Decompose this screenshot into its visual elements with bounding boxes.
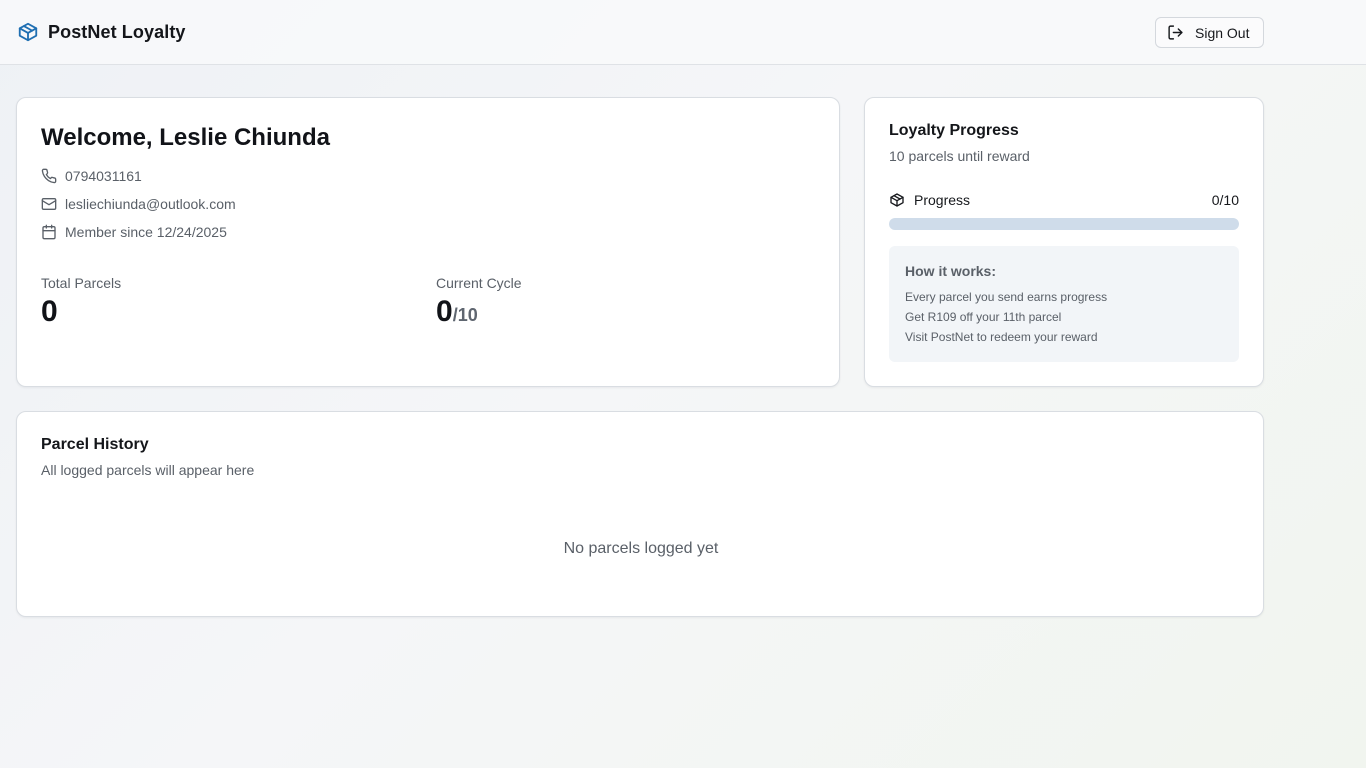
progress-label: Progress xyxy=(914,192,971,208)
progress-bar xyxy=(889,218,1239,230)
how-it-works-box: How it works: Every parcel you send earn… xyxy=(889,246,1239,362)
how-it-works-item: Get R109 off your 11th parcel xyxy=(905,310,1062,324)
top-header: PostNet Loyalty Sign Out xyxy=(0,0,1366,65)
how-it-works-item: Visit PostNet to redeem your reward xyxy=(905,330,1098,344)
log-out-icon xyxy=(1168,25,1183,40)
how-it-works-item: Every parcel you send earns progress xyxy=(905,290,1108,304)
welcome-title: Welcome, Leslie Chiunda xyxy=(41,124,330,151)
loyalty-progress-card: Loyalty Progress 10 parcels until reward… xyxy=(864,97,1264,387)
mail-icon xyxy=(41,198,57,210)
brand[interactable]: PostNet Loyalty xyxy=(17,19,186,45)
calendar-icon xyxy=(42,224,56,240)
total-parcels-label: Total Parcels xyxy=(41,275,122,291)
sign-out-label: Sign Out xyxy=(1195,24,1250,41)
sign-out-button[interactable]: Sign Out xyxy=(1155,17,1264,48)
email-address: lesliechiunda@outlook.com xyxy=(65,196,236,212)
phone-row: 0794031161 xyxy=(41,167,142,185)
phone-icon xyxy=(41,168,57,184)
package-icon xyxy=(890,193,904,207)
empty-history-message: No parcels logged yet xyxy=(563,540,719,557)
loyalty-title: Loyalty Progress xyxy=(889,122,1019,139)
history-subtitle: All logged parcels will appear here xyxy=(41,462,255,478)
parcel-history-card: Parcel History All logged parcels will a… xyxy=(16,411,1264,617)
phone-number: 0794031161 xyxy=(65,168,142,184)
total-parcels-value: 0 xyxy=(41,295,58,329)
welcome-card: Welcome, Leslie Chiunda 0794031161 lesli… xyxy=(16,97,840,387)
package-icon xyxy=(18,22,38,42)
loyalty-subtitle: 10 parcels until reward xyxy=(889,148,1030,164)
email-row: lesliechiunda@outlook.com xyxy=(41,195,236,213)
history-title: Parcel History xyxy=(41,436,149,453)
member-since-row: Member since 12/24/2025 xyxy=(41,223,227,241)
total-parcels-number: 0 xyxy=(41,295,58,328)
current-cycle-value: 0/10 xyxy=(436,295,478,332)
how-it-works-title: How it works: xyxy=(905,263,997,279)
progress-count: 0/10 xyxy=(1211,192,1239,208)
current-cycle-label: Current Cycle xyxy=(436,275,522,291)
member-since: Member since 12/24/2025 xyxy=(65,224,227,240)
current-cycle-suffix: /10 xyxy=(452,305,478,325)
brand-title: PostNet Loyalty xyxy=(48,21,186,42)
progress-row: Progress xyxy=(889,191,1239,209)
current-cycle-number: 0 xyxy=(436,295,453,328)
